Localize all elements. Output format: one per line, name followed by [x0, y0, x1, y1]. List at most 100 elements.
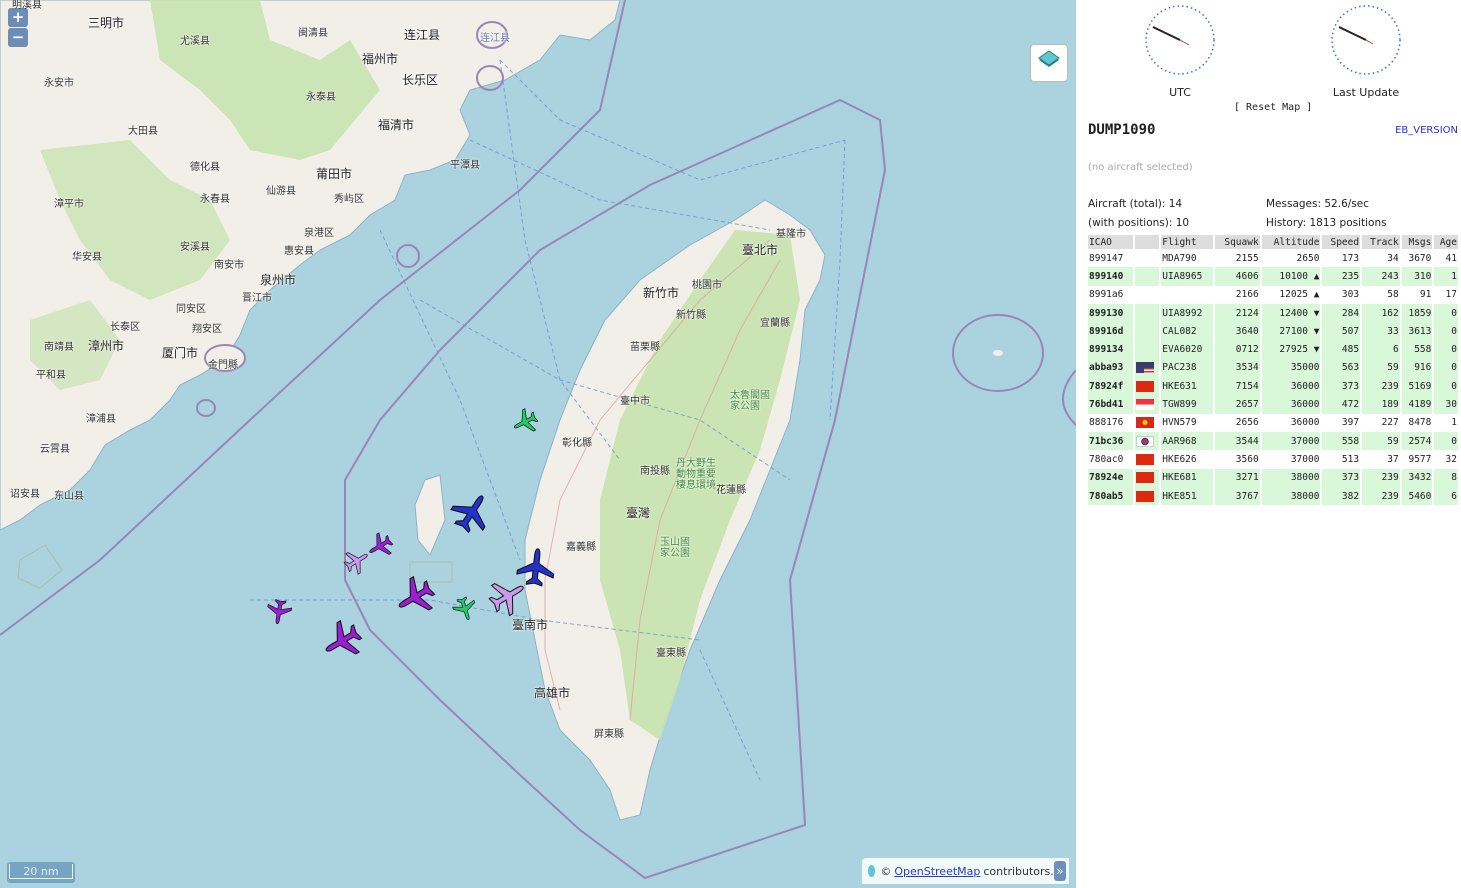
squawk-cell: 7154: [1215, 377, 1260, 396]
flight-cell: HKE681: [1161, 468, 1213, 487]
track-cell: 227: [1381, 417, 1399, 429]
table-row[interactable]: abba93 PAC238 3534 35000 563 59 916 0: [1088, 358, 1458, 378]
last-update-label: Last Update: [1332, 86, 1400, 99]
squawk-cell: 3544: [1215, 431, 1260, 451]
age-cell: 1: [1451, 417, 1457, 429]
attribution: © OpenStreetMap contributors. »: [862, 858, 1069, 884]
column-header[interactable]: Altitude: [1261, 235, 1321, 249]
table-row[interactable]: 78924e HKE681 3271 38000 373 239 3432 8: [1088, 468, 1458, 487]
version-link[interactable]: EB_VERSION: [1395, 125, 1458, 136]
flag-cell: [1134, 267, 1160, 286]
flight-cell: TGW899: [1161, 395, 1213, 414]
speed-cell: 472: [1322, 395, 1361, 414]
map-canvas[interactable]: 明溪县 三明市 尤溪县 闽清县 连江县 福州市 长乐区 永安市 永泰县 大田县 …: [0, 0, 1076, 888]
airplane-icon[interactable]: [515, 546, 557, 588]
flag-cell: [1135, 249, 1160, 267]
altitude-cell: 27925 ▼: [1261, 340, 1321, 359]
flight-cell: UIA8992: [1161, 303, 1213, 323]
speed-cell: 284: [1322, 303, 1361, 323]
msgs-cell: 916: [1401, 358, 1433, 378]
airplane-icon[interactable]: [264, 597, 294, 627]
table-row[interactable]: 76bd41 TGW899 2657 36000 472 189 4189 30: [1088, 395, 1458, 414]
age-cell: 0: [1434, 322, 1458, 341]
reset-map-button[interactable]: [ Reset Map ]: [1234, 102, 1312, 113]
airplane-icon[interactable]: [508, 405, 542, 439]
track-cell: 239: [1362, 468, 1400, 487]
track-cell: 6: [1362, 340, 1400, 359]
flight-cell: HKE626: [1162, 453, 1197, 465]
icao-cell: 780ac0: [1089, 453, 1124, 465]
table-row[interactable]: 899140 UIA8965 4606 10100 ▲ 235 243 310 1: [1088, 267, 1458, 286]
squawk-cell: 3271: [1215, 468, 1260, 487]
table-row[interactable]: 888176 HVN579 2656 36000 397 227 8478 1: [1088, 414, 1458, 432]
table-row[interactable]: 78924f HKE631 7154 36000 373 239 5169 0: [1088, 377, 1458, 396]
speed-cell: 558: [1322, 431, 1361, 451]
column-header[interactable]: Age: [1434, 235, 1458, 249]
track-cell: 34: [1387, 252, 1399, 264]
flight-cell: MDA790: [1162, 252, 1197, 264]
table-row[interactable]: 899147 MDA790 2155 2650 173 34 3670 41: [1088, 249, 1458, 267]
column-header[interactable]: Track: [1362, 235, 1400, 249]
airplane-icon[interactable]: [445, 485, 499, 539]
track-cell: 33: [1362, 322, 1400, 341]
flag-cell: [1134, 340, 1160, 359]
track-cell: 243: [1362, 267, 1400, 286]
column-header[interactable]: [1134, 235, 1160, 249]
osm-link[interactable]: OpenStreetMap: [894, 865, 980, 878]
table-row[interactable]: 8991a6 2166 12025 ▲ 303 58 91 17: [1088, 286, 1458, 304]
icao-cell: 8991a6: [1089, 289, 1124, 301]
aircraft-total: Aircraft (total): 14: [1088, 198, 1183, 210]
airplane-icon[interactable]: [363, 529, 397, 563]
age-cell: 0: [1434, 377, 1458, 396]
zoom-out-button[interactable]: −: [8, 28, 28, 47]
zoom-in-button[interactable]: +: [8, 8, 28, 27]
column-header[interactable]: ICAO: [1088, 235, 1133, 249]
icao-cell: abba93: [1088, 358, 1133, 378]
msgs-cell: 558: [1401, 340, 1433, 359]
attribution-toggle-button[interactable]: »: [1053, 861, 1066, 881]
flag-cell: [1134, 358, 1160, 378]
altitude-cell: 36000: [1261, 395, 1321, 414]
airplane-icon[interactable]: [340, 544, 374, 578]
scale-line: 20 nm: [7, 862, 75, 883]
table-row[interactable]: 89916d CAL082 3640 27100 ▼ 507 33 3613 0: [1088, 322, 1458, 341]
layer-switcher-button[interactable]: [1030, 44, 1068, 82]
squawk-cell: 2657: [1215, 395, 1260, 414]
altitude-cell: 38000: [1261, 486, 1321, 506]
speed-cell: 507: [1322, 322, 1361, 341]
msgs-cell: 91: [1419, 289, 1432, 301]
flag-icon: [1135, 362, 1154, 374]
altitude-cell: 10100 ▲: [1261, 267, 1321, 286]
squawk-cell: 3640: [1215, 322, 1260, 341]
table-row[interactable]: 899130 UIA8992 2124 12400 ▼ 284 162 1859 0: [1088, 303, 1458, 323]
flag-cell: [1134, 431, 1160, 451]
airplane-icon[interactable]: [483, 571, 533, 621]
table-row[interactable]: 71bc36 AAR968 3544 37000 558 59 2574 0: [1088, 431, 1458, 451]
column-header[interactable]: Flight: [1161, 235, 1213, 249]
altitude-cell: 2650: [1296, 252, 1320, 264]
speed-cell: 373: [1322, 468, 1361, 487]
track-cell: 189: [1362, 395, 1400, 414]
msgs-cell: 8478: [1408, 417, 1432, 429]
clock-icon: [1331, 5, 1401, 75]
column-header[interactable]: Squawk: [1215, 235, 1260, 249]
age-cell: 0: [1434, 303, 1458, 323]
airplane-icon[interactable]: [316, 615, 368, 667]
msgs-cell: 2574: [1401, 431, 1433, 451]
column-header[interactable]: Msgs: [1401, 235, 1433, 249]
msgs-cell: 1859: [1401, 303, 1433, 323]
flight-cell: AAR968: [1161, 431, 1213, 451]
age-cell: 32: [1445, 453, 1457, 465]
utc-clock: UTC: [1135, 0, 1225, 99]
column-header[interactable]: Speed: [1322, 235, 1361, 249]
table-row[interactable]: 899134 EVA6020 0712 27925 ▼ 485 6 558 0: [1088, 340, 1458, 359]
speed-cell: 382: [1322, 486, 1361, 506]
flag-cell: [1134, 486, 1160, 506]
flight-cell: HKE851: [1161, 486, 1213, 506]
table-row[interactable]: 780ab5 HKE851 3767 38000 382 239 5460 6: [1088, 486, 1458, 506]
flight-cell: PAC238: [1161, 358, 1213, 378]
table-row[interactable]: 780ac0 HKE626 3560 37000 513 37 9577 32: [1088, 450, 1458, 468]
flight-cell: CAL082: [1161, 322, 1213, 341]
airplane-icon[interactable]: [450, 594, 480, 624]
airplane-icon[interactable]: [389, 571, 441, 623]
